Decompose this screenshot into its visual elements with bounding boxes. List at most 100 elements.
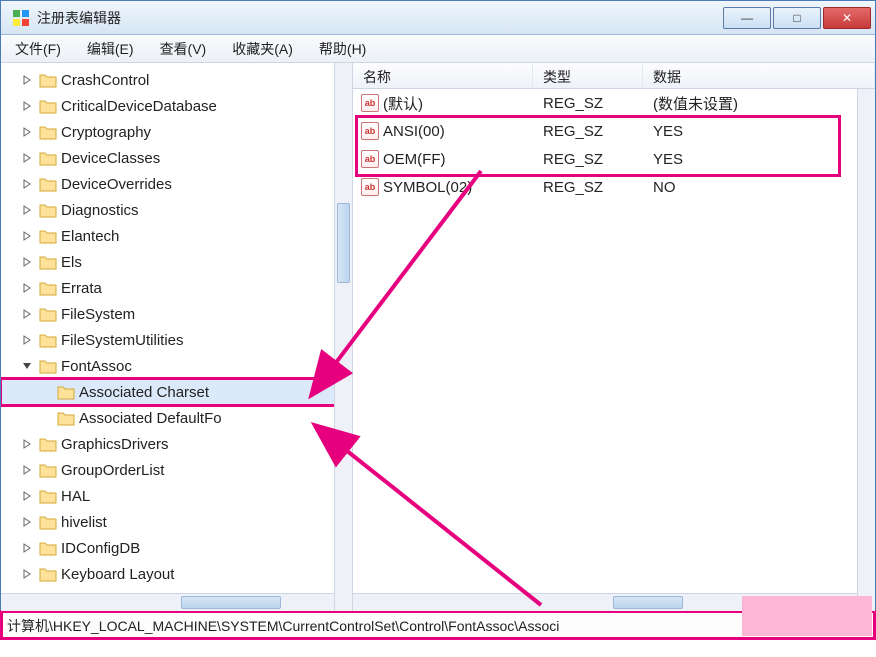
value-name: SYMBOL(02): [383, 179, 472, 196]
tree-item-label: HAL: [61, 488, 90, 505]
expand-icon[interactable]: [19, 72, 35, 88]
tree-item-label: hivelist: [61, 514, 107, 531]
tree-item[interactable]: Cryptography: [1, 119, 352, 145]
tree-item-label: FileSystem: [61, 306, 135, 323]
annotation-pink-block: [742, 596, 872, 636]
column-data[interactable]: 数据: [643, 63, 875, 88]
tree-item[interactable]: Diagnostics: [1, 197, 352, 223]
expand-icon[interactable]: [49, 410, 53, 426]
statusbar-path: 计算机\HKEY_LOCAL_MACHINE\SYSTEM\CurrentCon…: [7, 616, 559, 636]
string-value-icon: ab: [361, 122, 379, 140]
scrollbar-thumb[interactable]: [337, 203, 350, 283]
list-pane[interactable]: 名称 类型 数据 ab(默认)REG_SZ(数值未设置)abANSI(00)RE…: [353, 63, 875, 611]
expand-icon[interactable]: [19, 514, 35, 530]
string-value-icon: ab: [361, 94, 379, 112]
tree-pane[interactable]: CrashControl CriticalDeviceDatabase Crypto…: [1, 63, 353, 611]
expand-icon[interactable]: [19, 176, 35, 192]
expand-icon[interactable]: [19, 124, 35, 140]
expand-icon[interactable]: [19, 540, 35, 556]
expand-icon[interactable]: [19, 228, 35, 244]
tree-item[interactable]: hivelist: [1, 509, 352, 535]
expand-icon[interactable]: [19, 254, 35, 270]
maximize-button[interactable]: □: [773, 7, 821, 29]
tree-item-label: Keyboard Layout: [61, 566, 174, 583]
value-name: OEM(FF): [383, 151, 445, 168]
value-name: (默认): [383, 93, 423, 114]
expand-icon[interactable]: [19, 488, 35, 504]
list-row[interactable]: ab(默认) REG_SZ(数值未设置): [353, 89, 875, 117]
tree-item[interactable]: FileSystem: [1, 301, 352, 327]
tree-item[interactable]: Errata: [1, 275, 352, 301]
list-row[interactable]: abANSI(00) REG_SZYES: [353, 117, 875, 145]
tree-item[interactable]: Els: [1, 249, 352, 275]
menu-favorites[interactable]: 收藏夹(A): [226, 37, 299, 61]
list-vertical-scrollbar[interactable]: [857, 89, 875, 611]
expand-icon[interactable]: [19, 306, 35, 322]
tree-item-label: CrashControl: [61, 72, 149, 89]
expand-icon[interactable]: [49, 384, 53, 400]
tree-item[interactable]: Keyboard Layout: [1, 561, 352, 587]
tree-item[interactable]: FileSystemUtilities: [1, 327, 352, 353]
window-title: 注册表编辑器: [37, 8, 723, 28]
string-value-icon: ab: [361, 178, 379, 196]
expand-icon[interactable]: [19, 150, 35, 166]
string-value-icon: ab: [361, 150, 379, 168]
value-type: REG_SZ: [533, 123, 643, 140]
value-type: REG_SZ: [533, 95, 643, 112]
tree-item-label: Cryptography: [61, 124, 151, 141]
value-type: REG_SZ: [533, 179, 643, 196]
value-data: YES: [643, 123, 875, 140]
menu-edit[interactable]: 编辑(E): [81, 37, 140, 61]
value-data: (数值未设置): [643, 93, 875, 114]
tree-item-selected[interactable]: Associated Charset: [1, 379, 352, 405]
tree-item[interactable]: HAL: [1, 483, 352, 509]
tree-item[interactable]: GraphicsDrivers: [1, 431, 352, 457]
tree-vertical-scrollbar[interactable]: [334, 63, 352, 611]
column-type[interactable]: 类型: [533, 63, 643, 88]
titlebar[interactable]: 注册表编辑器 — □ ✕: [1, 1, 875, 35]
value-name: ANSI(00): [383, 123, 445, 140]
tree-item[interactable]: CrashControl: [1, 67, 352, 93]
list-header: 名称 类型 数据: [353, 63, 875, 89]
tree-item[interactable]: Elantech: [1, 223, 352, 249]
scrollbar-thumb[interactable]: [181, 596, 281, 609]
value-data: YES: [643, 151, 875, 168]
tree-item[interactable]: DeviceOverrides: [1, 171, 352, 197]
tree-item[interactable]: FontAssoc: [1, 353, 352, 379]
expand-icon[interactable]: [19, 436, 35, 452]
menubar: 文件(F) 编辑(E) 查看(V) 收藏夹(A) 帮助(H): [1, 35, 875, 63]
tree-item-label: Associated Charset: [79, 384, 209, 401]
tree-item-label: Diagnostics: [61, 202, 139, 219]
scrollbar-thumb[interactable]: [613, 596, 683, 609]
expand-icon[interactable]: [19, 462, 35, 478]
expand-icon[interactable]: [19, 332, 35, 348]
tree-item-label: Errata: [61, 280, 102, 297]
tree-item-label: GroupOrderList: [61, 462, 164, 479]
tree-item[interactable]: Associated DefaultFo: [1, 405, 352, 431]
expand-icon[interactable]: [19, 280, 35, 296]
tree-item[interactable]: IDConfigDB: [1, 535, 352, 561]
tree-item-label: DeviceOverrides: [61, 176, 172, 193]
list-row[interactable]: abOEM(FF)REG_SZYES: [353, 145, 875, 173]
tree-item[interactable]: GroupOrderList: [1, 457, 352, 483]
menu-file[interactable]: 文件(F): [9, 37, 67, 61]
list-row[interactable]: abSYMBOL(02) REG_SZNO: [353, 173, 875, 201]
value-data: NO: [643, 179, 875, 196]
column-name[interactable]: 名称: [353, 63, 533, 88]
tree-item-label: Els: [61, 254, 82, 271]
expand-icon[interactable]: [19, 98, 35, 114]
menu-help[interactable]: 帮助(H): [313, 37, 372, 61]
collapse-icon[interactable]: [19, 358, 35, 374]
minimize-button[interactable]: —: [723, 7, 771, 29]
window-buttons: — □ ✕: [723, 7, 871, 29]
tree-item[interactable]: DeviceClasses: [1, 145, 352, 171]
tree-item-label: Associated DefaultFo: [79, 410, 222, 427]
tree-item-label: IDConfigDB: [61, 540, 140, 557]
expand-icon[interactable]: [19, 202, 35, 218]
tree-item[interactable]: CriticalDeviceDatabase: [1, 93, 352, 119]
close-button[interactable]: ✕: [823, 7, 871, 29]
menu-view[interactable]: 查看(V): [154, 37, 213, 61]
tree-item-label: FileSystemUtilities: [61, 332, 184, 349]
expand-icon[interactable]: [19, 566, 35, 582]
tree-horizontal-scrollbar[interactable]: [1, 593, 334, 611]
